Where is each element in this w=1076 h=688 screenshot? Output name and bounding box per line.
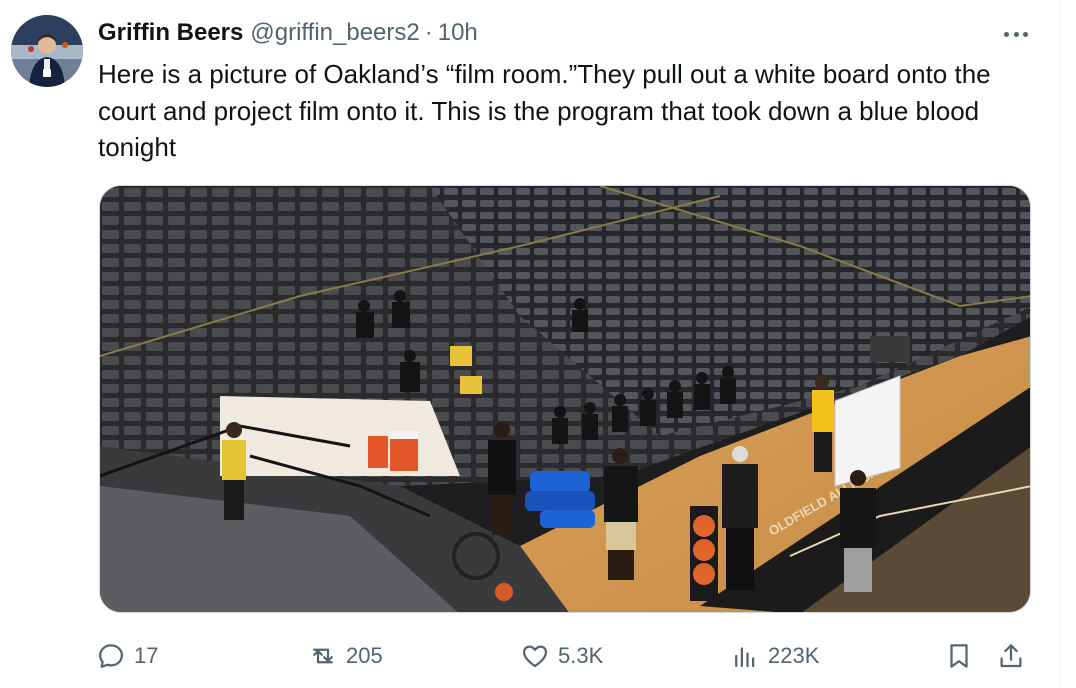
tweet-timestamp[interactable]: 10h (438, 19, 478, 47)
retweet-icon (313, 648, 333, 664)
more-dots-icon (1004, 31, 1009, 37)
tweet-text: Here is a picture of Oakland’s “film roo… (98, 59, 991, 162)
bookmark-button[interactable] (944, 636, 974, 676)
more-dots-icon (1013, 31, 1019, 37)
views-icon (735, 647, 755, 668)
arena-photo: OLDFIELD ALLIES.COM (100, 186, 1030, 612)
share-icon (1000, 644, 1022, 668)
bookmark-icon (950, 644, 968, 668)
view-count: 223K (768, 643, 820, 668)
retweet-button[interactable]: 205 (308, 636, 383, 676)
tweet-actions: 17 205 5.3K 223K (96, 636, 1036, 676)
reply-button[interactable]: 17 (96, 636, 158, 676)
reply-icon (99, 644, 123, 668)
more-options-button[interactable] (998, 22, 1034, 46)
profile-photo (11, 15, 83, 87)
share-button[interactable] (996, 636, 1026, 676)
like-button[interactable]: 5.3K (520, 636, 603, 676)
column-divider (1060, 0, 1061, 688)
reply-count: 17 (134, 643, 159, 668)
tweet-photo[interactable]: OLDFIELD ALLIES.COM (99, 185, 1031, 613)
author-name[interactable]: Griffin Beers (98, 19, 243, 47)
retweet-count: 205 (346, 643, 383, 668)
like-count: 5.3K (558, 643, 604, 668)
header-separator: · (424, 19, 433, 46)
avatar[interactable] (11, 15, 83, 87)
tweet-header: Griffin Beers @griffin_beers2 · 10h (98, 17, 478, 49)
views-button[interactable]: 223K (730, 636, 819, 676)
more-dots-icon (1023, 31, 1028, 37)
heart-icon (522, 645, 548, 668)
author-handle[interactable]: @griffin_beers2 (250, 19, 419, 47)
